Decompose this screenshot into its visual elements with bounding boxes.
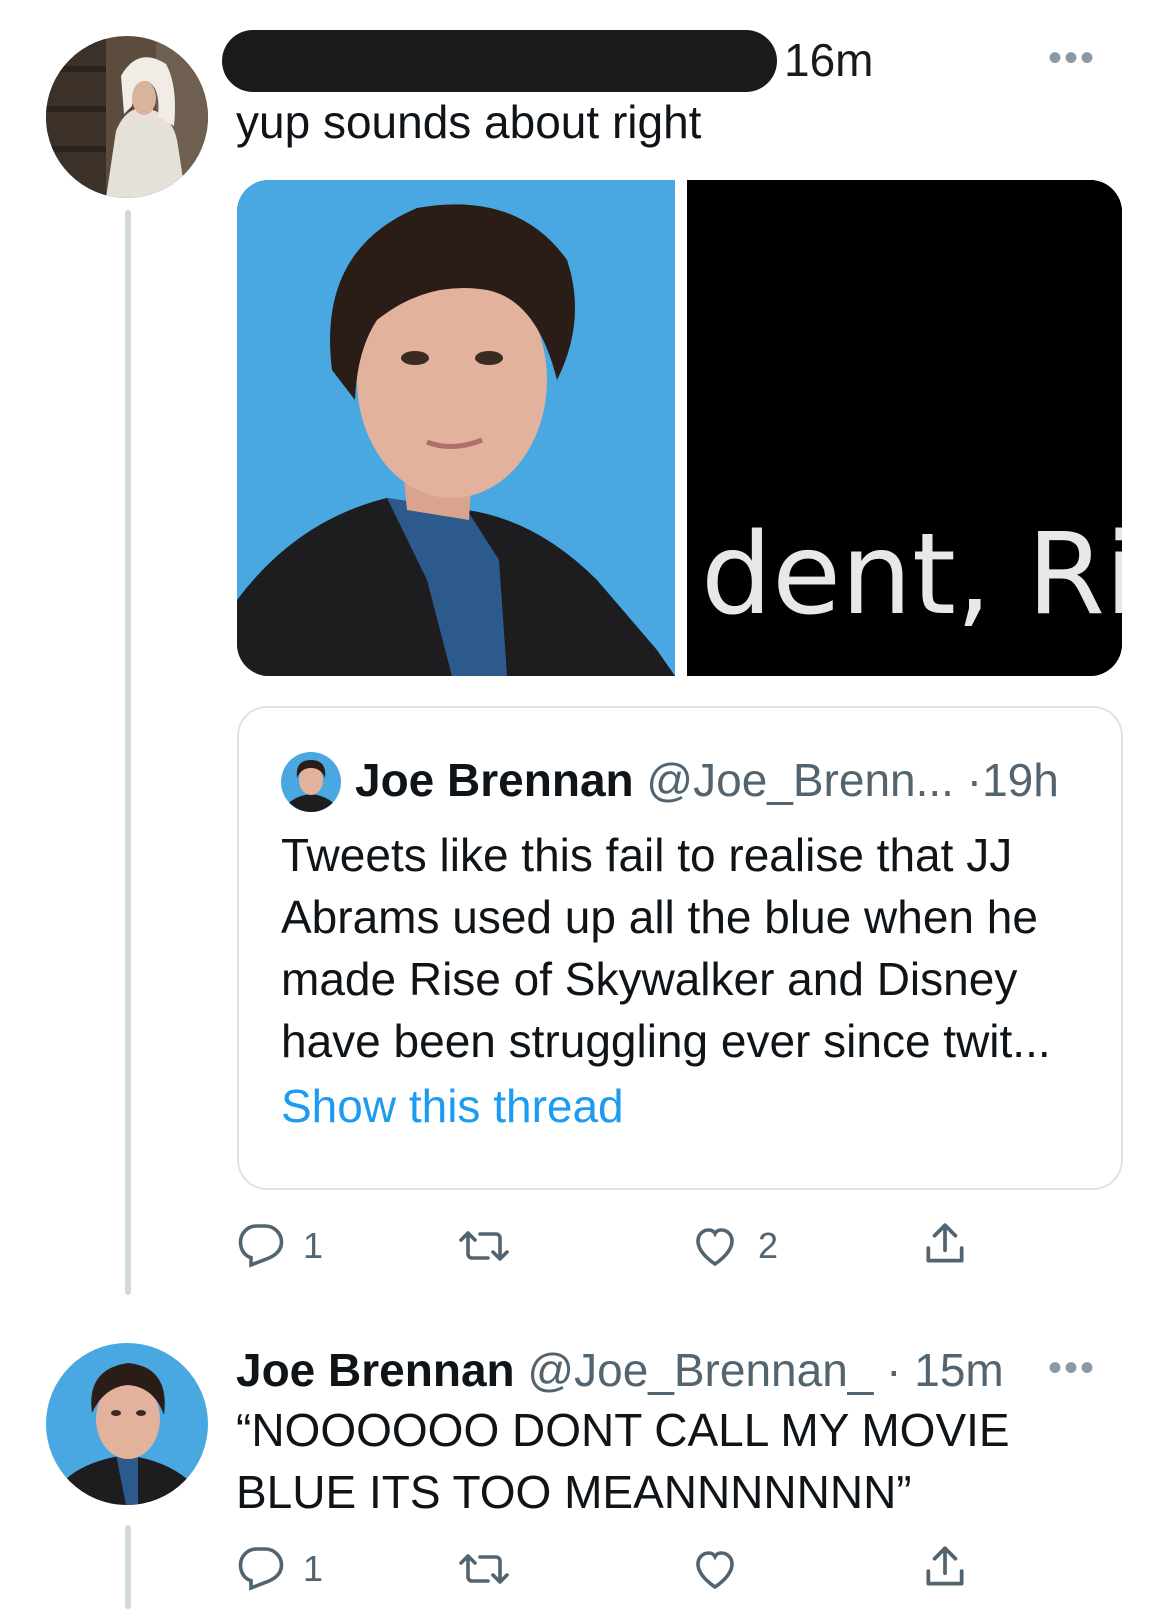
quoted-tweet-card[interactable]: Joe Brennan @Joe_Brenn... ·19h Tweets li…: [237, 706, 1123, 1190]
show-thread-link[interactable]: Show this thread: [281, 1076, 624, 1136]
media-photo-portrait[interactable]: [237, 180, 675, 676]
quoted-user-handle[interactable]: @Joe_Brenn...: [646, 754, 954, 806]
media-divider: [675, 180, 687, 676]
tweet-text-line: BLUE ITS TOO MEANNNNNNN”: [236, 1466, 912, 1518]
quoted-user-name[interactable]: Joe Brennan: [355, 754, 634, 806]
like-icon: [696, 1551, 734, 1590]
tweet-header: Joe Brennan @Joe_Brennan_ · 15m: [236, 1340, 1004, 1400]
user-avatar[interactable]: [46, 1343, 208, 1505]
tweet-timestamp[interactable]: 15m: [914, 1344, 1003, 1396]
quoted-tweet-text: Tweets like this fail to realise that JJ…: [281, 829, 1051, 1067]
more-options-icon[interactable]: •••: [1048, 1348, 1096, 1388]
tweet-timestamp[interactable]: 16m: [784, 30, 873, 90]
tweet-text-line: “NOOOOOO DONT CALL MY MOVIE: [236, 1404, 1010, 1456]
reply-button[interactable]: 1: [237, 1222, 323, 1270]
user-handle[interactable]: @Joe_Brennan_: [527, 1344, 873, 1396]
retweet-icon: [459, 1231, 509, 1261]
reply-count: 1: [303, 1225, 324, 1266]
quoted-tweet-header: Joe Brennan @Joe_Brenn... ·19h: [355, 750, 1059, 810]
reply-icon: [238, 1224, 284, 1268]
like-button[interactable]: [690, 1545, 740, 1593]
tweet-text: yup sounds about right: [236, 96, 702, 148]
quoted-tweet-timestamp[interactable]: 19h: [982, 754, 1059, 806]
retweet-button[interactable]: [458, 1222, 510, 1270]
retweet-icon: [459, 1554, 509, 1584]
user-avatar[interactable]: [46, 36, 208, 198]
share-button[interactable]: [920, 1541, 970, 1593]
reply-icon: [238, 1547, 284, 1591]
thread-connector-line: [125, 210, 131, 1295]
redacted-username: [222, 30, 777, 92]
more-options-icon[interactable]: •••: [1048, 38, 1096, 78]
share-icon: [926, 1546, 964, 1586]
separator-dot: ·: [966, 754, 983, 806]
reply-count: 1: [303, 1548, 324, 1589]
like-icon: [696, 1228, 734, 1267]
thread-connector-line: [125, 1525, 131, 1609]
quoted-user-avatar[interactable]: [281, 752, 341, 812]
reply-button[interactable]: 1: [237, 1545, 323, 1593]
separator-dot: ·: [886, 1344, 902, 1396]
retweet-button[interactable]: [458, 1545, 510, 1593]
share-button[interactable]: [920, 1218, 970, 1270]
share-icon: [926, 1223, 964, 1263]
media-caption-fragment: dent, Ri: [701, 510, 1122, 640]
like-button[interactable]: 2: [690, 1222, 778, 1270]
user-name[interactable]: Joe Brennan: [236, 1344, 515, 1396]
tweet-media[interactable]: dent, Ri: [237, 180, 1122, 676]
like-count: 2: [758, 1225, 779, 1266]
media-screenshot[interactable]: dent, Ri: [687, 180, 1122, 676]
